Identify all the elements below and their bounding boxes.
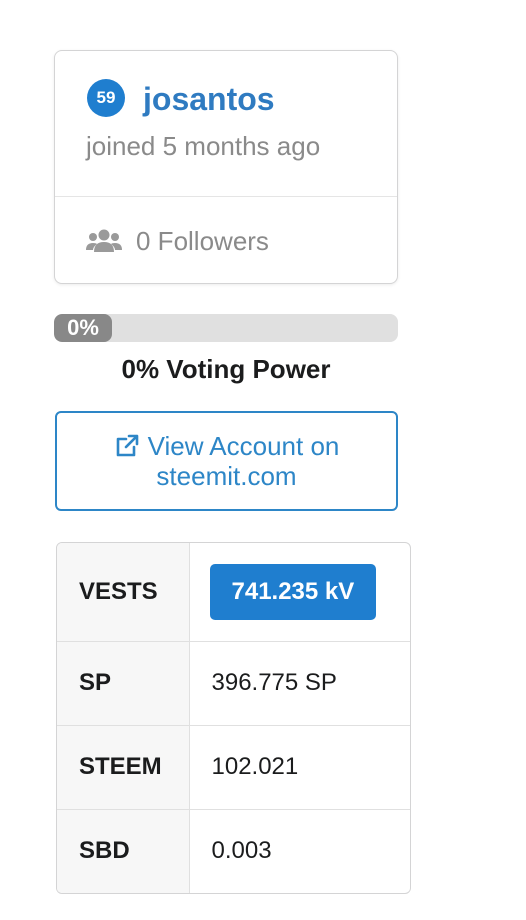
profile-card: 59 josantos joined 5 months ago 0 Follow… bbox=[54, 50, 398, 284]
table-row: SP 396.775 SP bbox=[57, 640, 410, 725]
users-icon bbox=[86, 229, 122, 252]
stat-value-sp: 396.775 SP bbox=[189, 640, 410, 725]
voting-power-label: 0% Voting Power bbox=[121, 354, 331, 384]
account-stats-table: VESTS 741.235 kV SP 396.775 SP STEEM 102… bbox=[56, 542, 411, 894]
stat-key-sbd: SBD bbox=[57, 808, 190, 893]
view-account-label: View Account on bbox=[147, 431, 340, 461]
stat-value-steem: 102.021 bbox=[189, 724, 410, 809]
reputation-badge: 59 bbox=[87, 79, 125, 117]
table-row: VESTS 741.235 kV bbox=[57, 543, 410, 641]
view-account-line1: View Account on bbox=[114, 431, 340, 461]
stat-value-vests: 741.235 kV bbox=[189, 543, 410, 641]
page: 59 josantos joined 5 months ago 0 Follow… bbox=[0, 0, 526, 920]
voting-power-fill: 0% bbox=[54, 314, 112, 342]
external-link-icon bbox=[116, 434, 138, 457]
followers-count: 0 Followers bbox=[136, 225, 269, 256]
vests-value-button[interactable]: 741.235 kV bbox=[209, 563, 377, 620]
username-link[interactable]: josantos bbox=[143, 79, 275, 119]
voting-power-bar: 0% bbox=[54, 314, 398, 342]
table-row: STEEM 102.021 bbox=[57, 724, 410, 809]
table-row: SBD 0.003 bbox=[57, 808, 410, 893]
stat-value-sbd: 0.003 bbox=[189, 808, 410, 893]
view-account-button[interactable]: View Account on steemit.com bbox=[55, 411, 398, 511]
stat-key-sp: SP bbox=[57, 640, 190, 725]
stat-key-steem: STEEM bbox=[57, 724, 190, 809]
joined-date: joined 5 months ago bbox=[86, 131, 321, 161]
followers-row[interactable]: 0 Followers bbox=[86, 223, 269, 259]
stat-key-vests: VESTS bbox=[57, 543, 190, 641]
view-account-domain: steemit.com bbox=[156, 461, 297, 491]
profile-card-header: 59 josantos joined 5 months ago bbox=[55, 51, 397, 197]
